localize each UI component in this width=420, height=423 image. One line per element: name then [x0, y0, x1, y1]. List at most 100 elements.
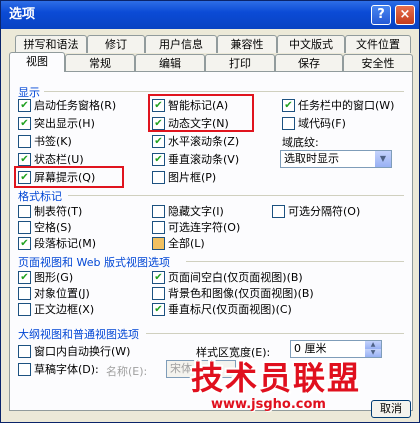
- tab-print[interactable]: 打印: [205, 54, 275, 72]
- chevron-down-icon[interactable]: ▼: [375, 151, 391, 167]
- checkbox-vertical-ruler[interactable]: 垂直标尺(仅页面视图)(C): [152, 302, 292, 317]
- close-button[interactable]: ×: [395, 5, 415, 25]
- watermark-url: www.jsgho.com: [211, 397, 326, 412]
- checkbox-box[interactable]: [18, 98, 31, 112]
- checkbox-field-codes[interactable]: 域代码(F): [282, 116, 346, 131]
- site-watermark: 技术员联盟 www.jsgho.com: [191, 353, 416, 419]
- tab-row-2: 视图 常规 编辑 打印 保存 安全性: [9, 52, 413, 72]
- checkbox-box[interactable]: [18, 302, 31, 316]
- checkbox-box[interactable]: [152, 270, 165, 284]
- checkbox-label: 可选连字符(O): [168, 221, 241, 234]
- checkbox-box[interactable]: [282, 98, 295, 112]
- checkbox-label: 段落标记(M): [34, 237, 97, 250]
- checkbox-bookmarks[interactable]: 书签(K): [18, 134, 72, 149]
- checkbox-object-anchors[interactable]: 对象位置(J): [18, 286, 90, 301]
- checkbox-box[interactable]: [18, 362, 31, 376]
- checkbox-horizontal-scrollbar[interactable]: 水平滚动条(Z): [152, 134, 239, 149]
- checkbox-label: 垂直滚动条(V): [168, 153, 240, 166]
- checkbox-box[interactable]: [152, 302, 165, 316]
- field-shading-select[interactable]: 选取时显示 ▼: [280, 150, 392, 168]
- tab-view[interactable]: 视图: [9, 52, 65, 72]
- checkbox-box[interactable]: [18, 236, 31, 250]
- tab-security[interactable]: 安全性: [343, 54, 413, 72]
- checkbox-label: 图片框(P): [168, 171, 217, 184]
- tab-save[interactable]: 保存: [275, 54, 343, 72]
- highlight-box-smart-tags: [148, 94, 254, 132]
- checkbox-box[interactable]: [152, 152, 165, 166]
- tab-revisions[interactable]: 修订: [87, 35, 145, 53]
- checkbox-optional-breaks[interactable]: 可选分隔符(O): [272, 204, 360, 219]
- checkbox-label: 对象位置(J): [34, 287, 90, 300]
- checkbox-box[interactable]: [282, 116, 295, 130]
- checkbox-label: 制表符(T): [34, 205, 83, 218]
- checkbox-box[interactable]: [272, 204, 285, 218]
- checkbox-box[interactable]: [18, 220, 31, 234]
- checkbox-label: 空格(S): [34, 221, 72, 234]
- checkbox-box[interactable]: [152, 170, 165, 184]
- checkbox-draft-font[interactable]: 草稿字体(D):: [18, 362, 99, 377]
- checkbox-label: 任务栏中的窗口(W): [298, 99, 395, 112]
- checkbox-spaces[interactable]: 空格(S): [18, 220, 72, 235]
- options-dialog: 选项 ? × 拼写和语法 修订 用户信息 兼容性 中文版式 文件位置 视图 常规…: [0, 0, 420, 423]
- checkbox-box[interactable]: [18, 134, 31, 148]
- checkbox-box[interactable]: [18, 344, 31, 358]
- checkbox-drawings[interactable]: 图形(G): [18, 270, 73, 285]
- checkbox-highlight[interactable]: 突出显示(H): [18, 116, 95, 131]
- checkbox-box[interactable]: [18, 286, 31, 300]
- checkbox-label: 水平滚动条(Z): [168, 135, 240, 148]
- tab-asian-typography[interactable]: 中文版式: [277, 35, 345, 53]
- divider: [44, 91, 404, 92]
- tab-compatibility[interactable]: 兼容性: [217, 35, 277, 53]
- help-button[interactable]: ?: [371, 5, 391, 25]
- checkbox-windows-in-taskbar[interactable]: 任务栏中的窗口(W): [282, 98, 394, 113]
- font-name-label: 名称(E):: [106, 365, 148, 378]
- checkbox-box[interactable]: [152, 236, 165, 250]
- checkbox-box[interactable]: [18, 116, 31, 130]
- checkbox-wrap-to-window[interactable]: 窗口内自动换行(W): [18, 344, 130, 359]
- divider: [186, 261, 404, 262]
- checkbox-all-marks[interactable]: 全部(L): [152, 236, 205, 251]
- tab-user-info[interactable]: 用户信息: [145, 35, 217, 53]
- checkbox-box[interactable]: [152, 134, 165, 148]
- section-outline-options: 大纲视图和普通视图选项: [18, 328, 139, 341]
- checkbox-box[interactable]: [18, 152, 31, 166]
- checkbox-box[interactable]: [152, 286, 165, 300]
- checkbox-vertical-scrollbar[interactable]: 垂直滚动条(V): [152, 152, 239, 167]
- tab-file-locations[interactable]: 文件位置: [345, 35, 411, 53]
- title-bar: 选项 ? ×: [1, 1, 419, 29]
- checkbox-hidden-text[interactable]: 隐藏文字(I): [152, 204, 224, 219]
- checkbox-text-boundaries[interactable]: 正文边框(X): [18, 302, 94, 317]
- checkbox-white-space-between-pages[interactable]: 页面间空白(仅页面视图)(B): [152, 270, 303, 285]
- checkbox-label: 窗口内自动换行(W): [34, 345, 131, 358]
- spin-up-icon[interactable]: ▲: [365, 341, 381, 349]
- checkbox-box[interactable]: [18, 270, 31, 284]
- checkbox-label: 草稿字体(D):: [34, 363, 99, 376]
- checkbox-label: 突出显示(H): [34, 117, 95, 130]
- section-format-marks: 格式标记: [18, 190, 62, 203]
- checkbox-optional-hyphens[interactable]: 可选连字符(O): [152, 220, 240, 235]
- checkbox-label: 正文边框(X): [34, 303, 95, 316]
- checkbox-box[interactable]: [152, 204, 165, 218]
- checkbox-background-colors[interactable]: 背景色和图像(仅页面视图)(B): [152, 286, 314, 301]
- field-shading-label: 域底纹:: [282, 136, 319, 149]
- checkbox-box[interactable]: [18, 204, 31, 218]
- field-shading-value: 选取时显示: [284, 152, 339, 165]
- checkbox-startup-task-pane[interactable]: 启动任务窗格(R): [18, 98, 116, 113]
- checkbox-paragraph-marks[interactable]: 段落标记(M): [18, 236, 96, 251]
- checkbox-picture-placeholders[interactable]: 图片框(P): [152, 170, 216, 185]
- checkbox-label: 隐藏文字(I): [168, 205, 224, 218]
- checkbox-status-bar[interactable]: 状态栏(U): [18, 152, 84, 167]
- tab-edit[interactable]: 编辑: [135, 54, 205, 72]
- checkbox-tab-characters[interactable]: 制表符(T): [18, 204, 82, 219]
- checkbox-label: 图形(G): [34, 271, 74, 284]
- watermark-title: 技术员联盟: [191, 359, 362, 397]
- divider: [146, 333, 404, 334]
- highlight-box-screen-tips: [14, 166, 124, 188]
- checkbox-label: 域代码(F): [298, 117, 346, 130]
- tab-general[interactable]: 常规: [65, 54, 135, 72]
- checkbox-box[interactable]: [152, 220, 165, 234]
- checkbox-label: 页面间空白(仅页面视图)(B): [168, 271, 303, 284]
- tab-spelling-grammar[interactable]: 拼写和语法: [15, 35, 87, 53]
- dialog-title: 选项: [9, 7, 36, 22]
- checkbox-label: 可选分隔符(O): [288, 205, 361, 218]
